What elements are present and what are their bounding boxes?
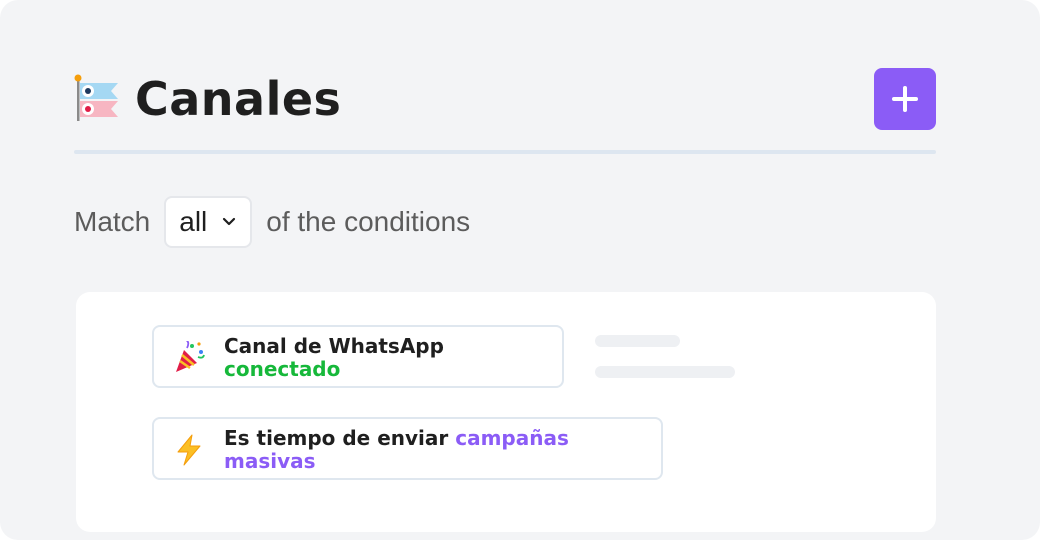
skeleton-line [595,335,680,347]
add-channel-button[interactable] [874,68,936,130]
conditions-label: of the conditions [266,206,471,237]
lightning-icon [177,434,201,466]
match-mode-value: all [179,206,208,237]
carp-streamer-icon [74,74,118,121]
condition-status: conectado [224,357,341,381]
page-title: Canales [135,72,342,126]
header-divider [74,150,936,154]
condition-title: Es tiempo de enviar [224,426,456,450]
channels-panel: Canales Match all of the conditions Cana… [0,0,1040,540]
condition-title: Canal de WhatsApp [224,334,444,358]
condition-highlight: campañas [455,426,569,450]
match-conditions-row: Match all of the conditions [74,196,470,248]
condition-highlight: masivas [224,449,316,473]
chevron-down-icon [223,217,236,226]
conditions-card: Canal de WhatsApp conectado Es tiempo de… [76,292,936,532]
skeleton-line [595,366,735,378]
match-mode-select[interactable]: all [164,196,253,248]
plus-icon [892,86,918,112]
condition-text: Es tiempo de enviar campañas masivas [224,427,569,473]
party-popper-icon [176,341,205,372]
condition-item[interactable]: Es tiempo de enviar campañas masivas [152,417,663,480]
match-label: Match [74,206,151,237]
condition-text: Canal de WhatsApp conectado [224,335,444,381]
page-header: Canales [74,68,936,130]
condition-item[interactable]: Canal de WhatsApp conectado [152,325,564,388]
